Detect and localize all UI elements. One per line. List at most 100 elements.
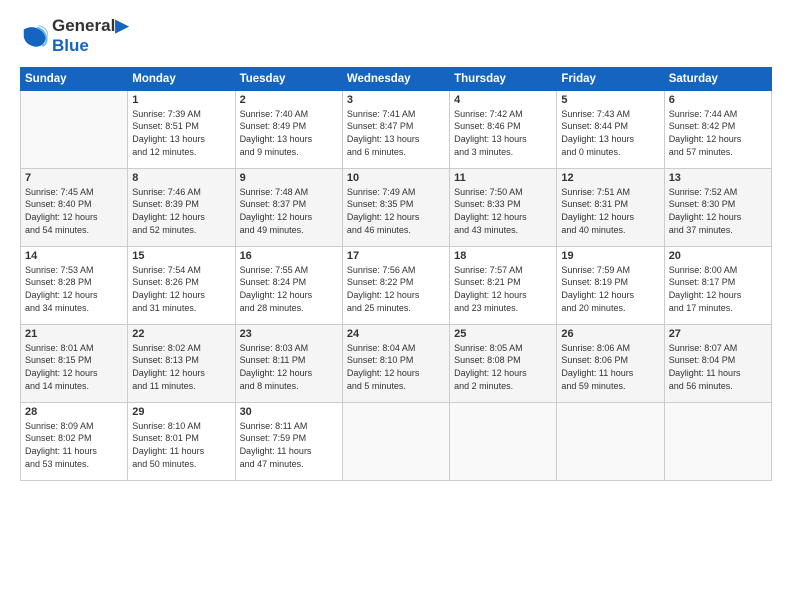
week-row-2: 7 Sunrise: 7:45 AM Sunset: 8:40 PM Daylig… (21, 168, 772, 246)
col-header-friday: Friday (557, 67, 664, 90)
day-cell: 14 Sunrise: 7:53 AM Sunset: 8:28 PM Dayli… (21, 246, 128, 324)
day-cell: 22 Sunrise: 8:02 AM Sunset: 8:13 PM Dayli… (128, 324, 235, 402)
day-number: 10 (347, 172, 445, 184)
day-number: 3 (347, 94, 445, 106)
day-cell: 26 Sunrise: 8:06 AM Sunset: 8:06 PM Dayli… (557, 324, 664, 402)
day-info: Sunrise: 8:00 AM Sunset: 8:17 PM Dayligh… (669, 264, 767, 314)
day-number: 25 (454, 328, 552, 340)
day-info: Sunrise: 7:49 AM Sunset: 8:35 PM Dayligh… (347, 186, 445, 236)
day-cell: 3Sunrise: 7:41 AM Sunset: 8:47 PM Daylig… (342, 90, 449, 168)
day-info: Sunrise: 8:05 AM Sunset: 8:08 PM Dayligh… (454, 342, 552, 392)
day-cell: 8 Sunrise: 7:46 AM Sunset: 8:39 PM Daylig… (128, 168, 235, 246)
day-cell: 17 Sunrise: 7:56 AM Sunset: 8:22 PM Dayli… (342, 246, 449, 324)
day-number: 13 (669, 172, 767, 184)
day-cell: 7 Sunrise: 7:45 AM Sunset: 8:40 PM Daylig… (21, 168, 128, 246)
day-info: Sunrise: 7:48 AM Sunset: 8:37 PM Dayligh… (240, 186, 338, 236)
day-cell: 11 Sunrise: 7:50 AM Sunset: 8:33 PM Dayli… (450, 168, 557, 246)
day-cell: 16 Sunrise: 7:55 AM Sunset: 8:24 PM Dayli… (235, 246, 342, 324)
day-cell: 25 Sunrise: 8:05 AM Sunset: 8:08 PM Dayli… (450, 324, 557, 402)
day-info: Sunrise: 8:01 AM Sunset: 8:15 PM Dayligh… (25, 342, 123, 392)
day-number: 27 (669, 328, 767, 340)
day-cell: 21 Sunrise: 8:01 AM Sunset: 8:15 PM Dayli… (21, 324, 128, 402)
day-number: 22 (132, 328, 230, 340)
day-info: Sunrise: 7:39 AM Sunset: 8:51 PM Dayligh… (132, 108, 230, 158)
day-info: Sunrise: 7:52 AM Sunset: 8:30 PM Dayligh… (669, 186, 767, 236)
day-info: Sunrise: 7:59 AM Sunset: 8:19 PM Dayligh… (561, 264, 659, 314)
col-header-sunday: Sunday (21, 67, 128, 90)
day-number: 24 (347, 328, 445, 340)
day-cell: 29Sunrise: 8:10 AM Sunset: 8:01 PM Dayli… (128, 402, 235, 480)
day-info: Sunrise: 7:56 AM Sunset: 8:22 PM Dayligh… (347, 264, 445, 314)
day-number: 20 (669, 250, 767, 262)
day-info: Sunrise: 8:06 AM Sunset: 8:06 PM Dayligh… (561, 342, 659, 392)
day-info: Sunrise: 7:46 AM Sunset: 8:39 PM Dayligh… (132, 186, 230, 236)
day-number: 12 (561, 172, 659, 184)
day-info: Sunrise: 7:43 AM Sunset: 8:44 PM Dayligh… (561, 108, 659, 158)
day-cell (557, 402, 664, 480)
day-number: 16 (240, 250, 338, 262)
day-cell: 9 Sunrise: 7:48 AM Sunset: 8:37 PM Daylig… (235, 168, 342, 246)
day-info: Sunrise: 7:44 AM Sunset: 8:42 PM Dayligh… (669, 108, 767, 158)
day-number: 5 (561, 94, 659, 106)
day-number: 30 (240, 406, 338, 418)
day-info: Sunrise: 7:45 AM Sunset: 8:40 PM Dayligh… (25, 186, 123, 236)
day-info: Sunrise: 8:07 AM Sunset: 8:04 PM Dayligh… (669, 342, 767, 392)
day-info: Sunrise: 7:54 AM Sunset: 8:26 PM Dayligh… (132, 264, 230, 314)
day-cell: 10 Sunrise: 7:49 AM Sunset: 8:35 PM Dayli… (342, 168, 449, 246)
col-header-saturday: Saturday (664, 67, 771, 90)
day-number: 17 (347, 250, 445, 262)
day-number: 9 (240, 172, 338, 184)
day-info: Sunrise: 8:02 AM Sunset: 8:13 PM Dayligh… (132, 342, 230, 392)
day-number: 19 (561, 250, 659, 262)
day-cell: 6Sunrise: 7:44 AM Sunset: 8:42 PM Daylig… (664, 90, 771, 168)
logo: General▶ Blue (20, 16, 128, 57)
calendar-container: General▶ Blue SundayMondayTuesdayWednesd… (0, 0, 792, 612)
day-info: Sunrise: 8:04 AM Sunset: 8:10 PM Dayligh… (347, 342, 445, 392)
day-cell: 15 Sunrise: 7:54 AM Sunset: 8:26 PM Dayli… (128, 246, 235, 324)
day-cell: 2 Sunrise: 7:40 AM Sunset: 8:49 PM Daylig… (235, 90, 342, 168)
day-info: Sunrise: 7:50 AM Sunset: 8:33 PM Dayligh… (454, 186, 552, 236)
day-info: Sunrise: 7:51 AM Sunset: 8:31 PM Dayligh… (561, 186, 659, 236)
day-info: Sunrise: 7:53 AM Sunset: 8:28 PM Dayligh… (25, 264, 123, 314)
day-info: Sunrise: 7:40 AM Sunset: 8:49 PM Dayligh… (240, 108, 338, 158)
day-number: 11 (454, 172, 552, 184)
header-row: SundayMondayTuesdayWednesdayThursdayFrid… (21, 67, 772, 90)
col-header-wednesday: Wednesday (342, 67, 449, 90)
day-info: Sunrise: 8:03 AM Sunset: 8:11 PM Dayligh… (240, 342, 338, 392)
day-cell: 13 Sunrise: 7:52 AM Sunset: 8:30 PM Dayli… (664, 168, 771, 246)
col-header-monday: Monday (128, 67, 235, 90)
day-info: Sunrise: 8:11 AM Sunset: 7:59 PM Dayligh… (240, 420, 338, 470)
day-info: Sunrise: 7:42 AM Sunset: 8:46 PM Dayligh… (454, 108, 552, 158)
day-number: 2 (240, 94, 338, 106)
logo-text: General▶ Blue (52, 16, 128, 57)
day-cell (342, 402, 449, 480)
logo-icon (20, 22, 48, 50)
week-row-3: 14 Sunrise: 7:53 AM Sunset: 8:28 PM Dayli… (21, 246, 772, 324)
day-cell: 5 Sunrise: 7:43 AM Sunset: 8:44 PM Daylig… (557, 90, 664, 168)
day-number: 21 (25, 328, 123, 340)
day-number: 7 (25, 172, 123, 184)
day-number: 26 (561, 328, 659, 340)
day-number: 14 (25, 250, 123, 262)
day-number: 29 (132, 406, 230, 418)
day-number: 18 (454, 250, 552, 262)
day-number: 8 (132, 172, 230, 184)
week-row-1: 1 Sunrise: 7:39 AM Sunset: 8:51 PM Daylig… (21, 90, 772, 168)
day-cell: 24 Sunrise: 8:04 AM Sunset: 8:10 PM Dayli… (342, 324, 449, 402)
day-cell (450, 402, 557, 480)
day-number: 15 (132, 250, 230, 262)
day-cell: 20 Sunrise: 8:00 AM Sunset: 8:17 PM Dayli… (664, 246, 771, 324)
day-number: 23 (240, 328, 338, 340)
day-cell: 18 Sunrise: 7:57 AM Sunset: 8:21 PM Dayli… (450, 246, 557, 324)
day-number: 4 (454, 94, 552, 106)
col-header-tuesday: Tuesday (235, 67, 342, 90)
day-info: Sunrise: 7:57 AM Sunset: 8:21 PM Dayligh… (454, 264, 552, 314)
week-row-4: 21 Sunrise: 8:01 AM Sunset: 8:15 PM Dayli… (21, 324, 772, 402)
day-cell: 12 Sunrise: 7:51 AM Sunset: 8:31 PM Dayli… (557, 168, 664, 246)
day-cell (664, 402, 771, 480)
day-number: 1 (132, 94, 230, 106)
day-info: Sunrise: 8:09 AM Sunset: 8:02 PM Dayligh… (25, 420, 123, 470)
day-cell (21, 90, 128, 168)
day-cell: 4 Sunrise: 7:42 AM Sunset: 8:46 PM Daylig… (450, 90, 557, 168)
day-info: Sunrise: 7:55 AM Sunset: 8:24 PM Dayligh… (240, 264, 338, 314)
